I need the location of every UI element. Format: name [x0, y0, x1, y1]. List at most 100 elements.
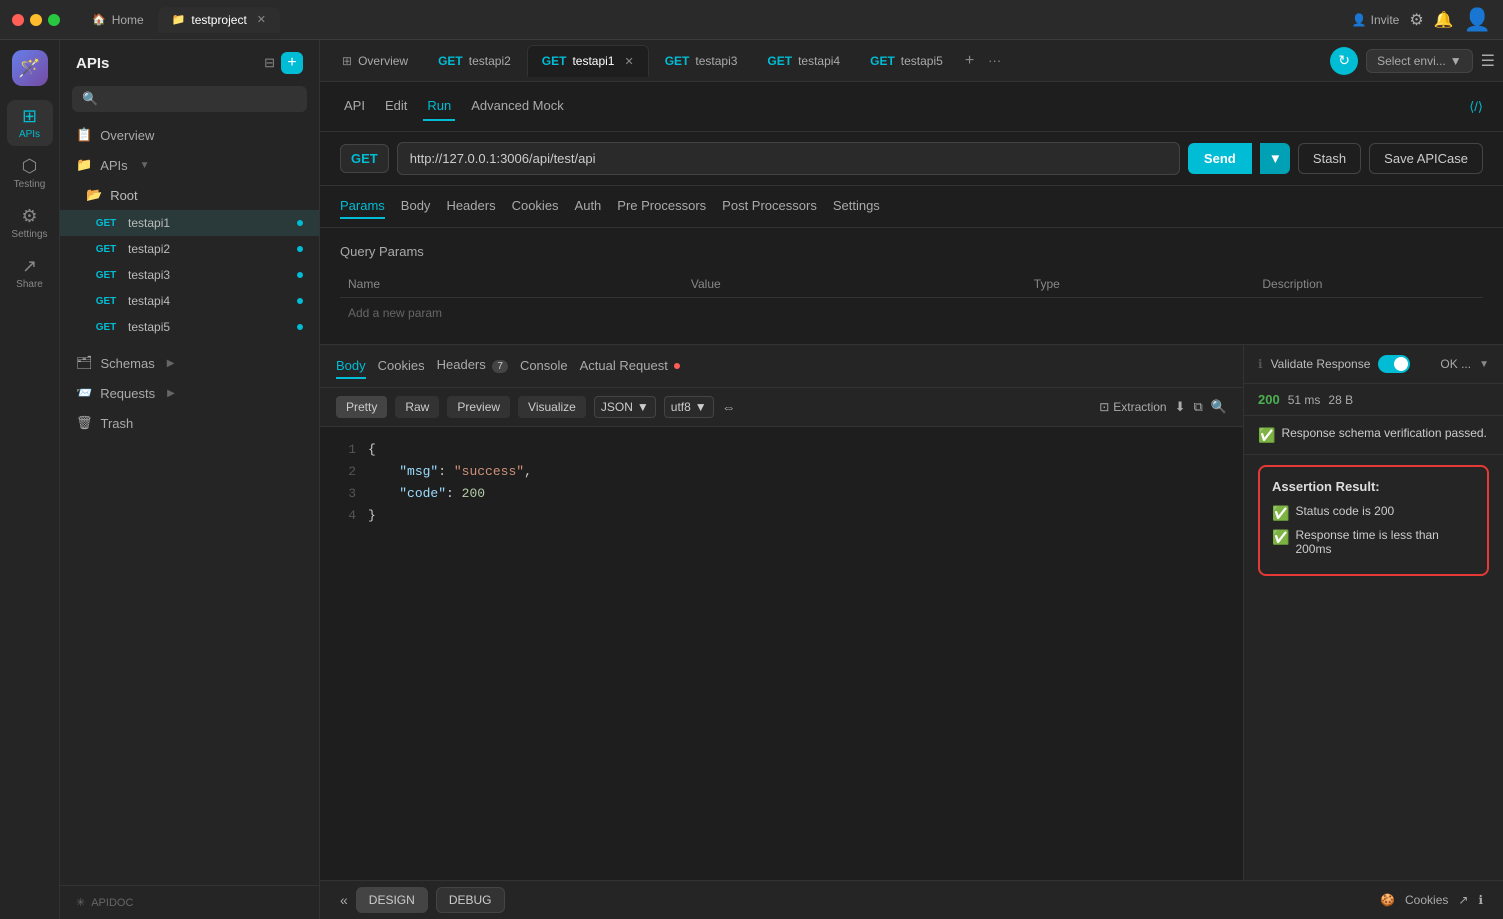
traffic-light-minimize[interactable]: [30, 14, 42, 26]
close-tab-icon[interactable]: ✕: [624, 55, 633, 68]
close-project-icon[interactable]: ✕: [257, 13, 266, 26]
api-item-testapi1[interactable]: GET testapi1: [60, 210, 319, 236]
settings-icon[interactable]: ⚙: [1409, 10, 1423, 30]
api-item-testapi5[interactable]: GET testapi5: [60, 314, 319, 340]
tab-testapi3[interactable]: GET testapi3: [651, 46, 752, 76]
search-icon: 🔍: [82, 91, 98, 107]
response-tab-headers[interactable]: Headers 7: [437, 353, 508, 379]
cookies-label[interactable]: Cookies: [1405, 893, 1448, 907]
add-param-row[interactable]: Add a new param: [340, 298, 1483, 328]
url-input[interactable]: [397, 142, 1180, 175]
format-visualize-button[interactable]: Visualize: [518, 396, 586, 418]
tab-testapi1-method: GET: [542, 54, 567, 68]
traffic-lights: [12, 14, 60, 26]
sidebar-item-share[interactable]: ↗ Share: [7, 250, 53, 296]
send-dropdown-button[interactable]: ▼: [1260, 143, 1290, 174]
refresh-button[interactable]: ↻: [1330, 47, 1358, 75]
format-raw-button[interactable]: Raw: [395, 396, 439, 418]
collapse-icon[interactable]: «: [340, 892, 348, 908]
invite-button[interactable]: 👤 Invite: [1352, 13, 1400, 27]
format-preview-button[interactable]: Preview: [447, 396, 510, 418]
params-tab-headers[interactable]: Headers: [446, 194, 495, 219]
encoding-select[interactable]: utf8 ▼: [664, 396, 714, 418]
api-dot-testapi4: [297, 298, 303, 304]
response-tab-body[interactable]: Body: [336, 354, 366, 379]
overview-icon: 📋: [76, 127, 92, 143]
params-table: Name Value Type Description Add a new pa…: [340, 271, 1483, 328]
sidebar-item-settings[interactable]: ⚙ Settings: [7, 200, 53, 246]
params-tab-settings[interactable]: Settings: [833, 194, 880, 219]
api-item-testapi2[interactable]: GET testapi2: [60, 236, 319, 262]
home-tab[interactable]: 🏠 Home: [78, 7, 158, 33]
params-tab-params[interactable]: Params: [340, 194, 385, 219]
window-tabs: 🏠 Home 📁 testproject ✕: [78, 7, 1344, 33]
traffic-light-fullscreen[interactable]: [48, 14, 60, 26]
response-tab-actual-request[interactable]: Actual Request: [580, 354, 681, 379]
main-content: ⊞ Overview GET testapi2 GET testapi1 ✕ G…: [320, 40, 1503, 919]
nav-item-trash[interactable]: 🗑 Trash: [60, 408, 319, 438]
avatar-icon[interactable]: 👤: [1464, 7, 1491, 33]
copy-icon[interactable]: ⧉: [1194, 399, 1203, 415]
bell-icon[interactable]: 🔔: [1434, 10, 1454, 30]
add-api-button[interactable]: +: [281, 52, 303, 74]
sidebar-item-testing[interactable]: ⬡ Testing: [7, 150, 53, 196]
response-tab-console[interactable]: Console: [520, 354, 568, 379]
code-view-icon[interactable]: ⟨/⟩: [1469, 99, 1483, 115]
hamburger-menu-icon[interactable]: ☰: [1481, 51, 1495, 71]
info-bottom-icon[interactable]: ℹ: [1478, 893, 1483, 907]
add-tab-button[interactable]: +: [959, 52, 980, 70]
ok-badge[interactable]: OK ...: [1440, 357, 1471, 371]
tab-testapi4[interactable]: GET testapi4: [753, 46, 854, 76]
extraction-button[interactable]: ⊡ Extraction: [1099, 400, 1166, 414]
tab-run[interactable]: Run: [423, 92, 455, 121]
api-item-testapi4[interactable]: GET testapi4: [60, 288, 319, 314]
params-tab-post-processors[interactable]: Post Processors: [722, 194, 817, 219]
trash-label: Trash: [101, 416, 134, 431]
tab-bar-right: ↻ Select envi... ▼ ☰: [1330, 47, 1495, 75]
download-icon[interactable]: ⬇: [1175, 399, 1186, 415]
search-response-icon[interactable]: 🔍: [1211, 399, 1227, 415]
params-tab-pre-processors[interactable]: Pre Processors: [617, 194, 706, 219]
stash-button[interactable]: Stash: [1298, 143, 1361, 174]
main-layout: 🪄 ⊞ APIs ⬡ Testing ⚙ Settings ↗ Share AP…: [0, 40, 1503, 919]
tab-edit[interactable]: Edit: [381, 92, 411, 121]
format-pretty-button[interactable]: Pretty: [336, 396, 387, 418]
debug-button[interactable]: DEBUG: [436, 887, 505, 913]
tab-testapi4-method: GET: [767, 54, 792, 68]
project-tab[interactable]: 📁 testproject ✕: [158, 7, 280, 33]
tab-testapi2[interactable]: GET testapi2: [424, 46, 525, 76]
tab-advanced-mock[interactable]: Advanced Mock: [467, 92, 568, 121]
env-select[interactable]: Select envi... ▼: [1366, 49, 1473, 73]
nav-item-root[interactable]: 📂 Root: [60, 180, 319, 210]
nav-item-schemas[interactable]: 🗂 Schemas ▶: [60, 348, 319, 378]
params-tab-body[interactable]: Body: [401, 194, 431, 219]
save-apicase-button[interactable]: Save APICase: [1369, 143, 1483, 174]
tab-testapi1[interactable]: GET testapi1 ✕: [527, 45, 649, 77]
apis-folder-icon: 📁: [76, 157, 92, 173]
params-tab-auth[interactable]: Auth: [575, 194, 602, 219]
tab-api[interactable]: API: [340, 92, 369, 121]
nav-item-overview[interactable]: 📋 Overview: [60, 120, 319, 150]
validate-info-icon: ℹ: [1258, 357, 1263, 371]
response-tab-cookies[interactable]: Cookies: [378, 354, 425, 379]
design-button[interactable]: DESIGN: [356, 887, 428, 913]
nav-item-requests[interactable]: 📨 Requests ▶: [60, 378, 319, 408]
params-tab-cookies[interactable]: Cookies: [512, 194, 559, 219]
env-chevron-icon: ▼: [1450, 54, 1462, 68]
validate-toggle[interactable]: [1378, 355, 1410, 373]
traffic-light-close[interactable]: [12, 14, 24, 26]
send-button[interactable]: Send: [1188, 143, 1252, 174]
filter-icon[interactable]: ⊟: [264, 55, 275, 71]
search-input[interactable]: [104, 92, 297, 106]
tab-overview[interactable]: ⊞ Overview: [328, 46, 422, 76]
tab-bar: ⊞ Overview GET testapi2 GET testapi1 ✕ G…: [320, 40, 1503, 82]
sidebar-item-apis[interactable]: ⊞ APIs: [7, 100, 53, 146]
tab-testapi5[interactable]: GET testapi5: [856, 46, 957, 76]
nav-item-apis[interactable]: 📁 APIs ▼: [60, 150, 319, 180]
format-type-select[interactable]: JSON ▼: [594, 396, 656, 418]
share-bottom-icon[interactable]: ↗: [1458, 893, 1468, 907]
api-item-testapi3[interactable]: GET testapi3: [60, 262, 319, 288]
more-tabs-button[interactable]: ···: [982, 53, 1007, 68]
ok-chevron-icon[interactable]: ▼: [1479, 359, 1489, 370]
wrap-icon[interactable]: ⇔: [722, 399, 736, 415]
